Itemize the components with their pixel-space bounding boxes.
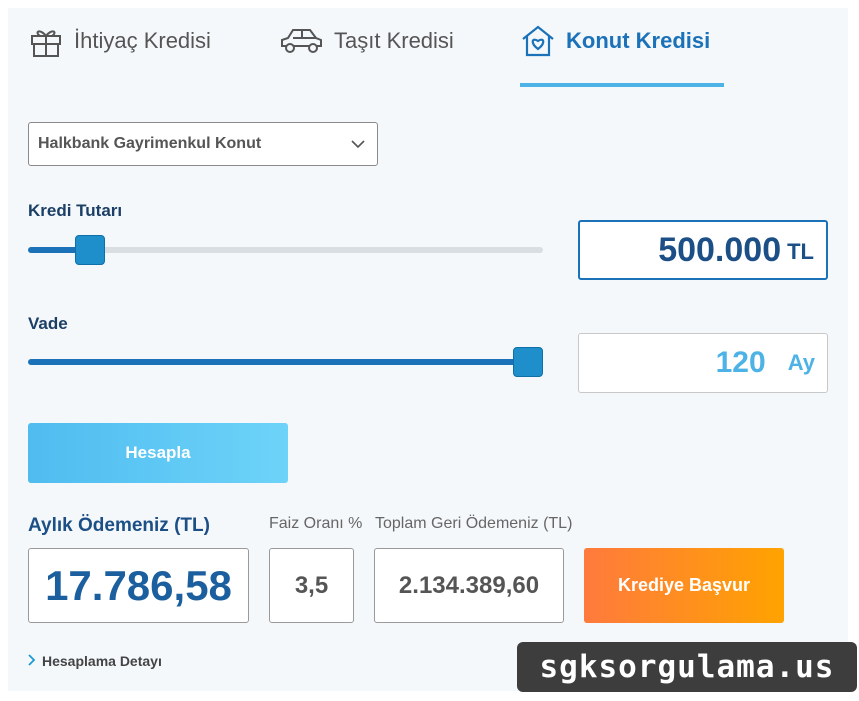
loan-amount-field[interactable]: 500.000 TL	[578, 220, 828, 280]
chevron-down-icon	[351, 137, 365, 156]
interest-rate-label: Faiz Oranı %	[269, 515, 363, 532]
tab-konut-kredisi[interactable]: Konut Kredisi	[520, 24, 710, 86]
calculation-detail-link[interactable]: Hesaplama Detayı	[28, 653, 162, 669]
monthly-payment-label: Aylık Ödemeniz (TL)	[28, 515, 210, 536]
tab-label: İhtiyaç Kredisi	[74, 28, 211, 53]
slider-fill	[28, 359, 528, 365]
loan-amount-unit: TL	[787, 239, 814, 264]
gift-icon	[28, 24, 64, 64]
tab-tasit-kredisi[interactable]: Taşıt Kredisi	[278, 24, 454, 86]
monthly-payment-value: 17.786,58	[28, 548, 249, 623]
chevron-right-icon	[28, 653, 36, 669]
tab-ihtiyac-kredisi[interactable]: İhtiyaç Kredisi	[28, 24, 211, 86]
tab-label: Taşıt Kredisi	[334, 28, 454, 53]
term-unit: Ay	[787, 350, 815, 375]
loan-type-tabs: İhtiyaç Kredisi Taşıt Kredisi Konut Kred…	[8, 8, 848, 88]
calculate-button[interactable]: Hesapla	[28, 423, 288, 483]
calculation-detail-label: Hesaplama Detayı	[42, 653, 162, 669]
apply-loan-button[interactable]: Krediye Başvur	[584, 548, 784, 623]
house-heart-icon	[520, 24, 556, 64]
loan-amount-value: 500.000	[658, 230, 782, 269]
tab-label: Konut Kredisi	[566, 28, 711, 53]
term-value: 120	[715, 346, 766, 379]
total-repayment-label: Toplam Geri Ödemeniz (TL)	[375, 515, 573, 532]
product-select-value: Halkbank Gayrimenkul Konut	[38, 135, 262, 152]
total-repayment-value: 2.134.389,60	[374, 548, 564, 623]
active-tab-indicator	[520, 83, 724, 87]
term-slider[interactable]	[28, 346, 543, 377]
loan-calculator-panel: İhtiyaç Kredisi Taşıt Kredisi Konut Kred…	[8, 8, 848, 691]
slider-handle[interactable]	[513, 347, 543, 377]
watermark: sgksorgulama.us	[517, 642, 857, 692]
loan-amount-slider[interactable]	[28, 234, 543, 265]
interest-rate-value: 3,5	[269, 548, 354, 623]
loan-amount-label: Kredi Tutarı	[28, 201, 123, 220]
slider-track	[28, 247, 543, 253]
term-field[interactable]: 120 Ay	[578, 333, 828, 393]
term-label: Vade	[28, 314, 68, 333]
slider-handle[interactable]	[75, 235, 105, 265]
car-icon	[278, 24, 324, 64]
product-select[interactable]: Halkbank Gayrimenkul Konut	[28, 122, 378, 166]
